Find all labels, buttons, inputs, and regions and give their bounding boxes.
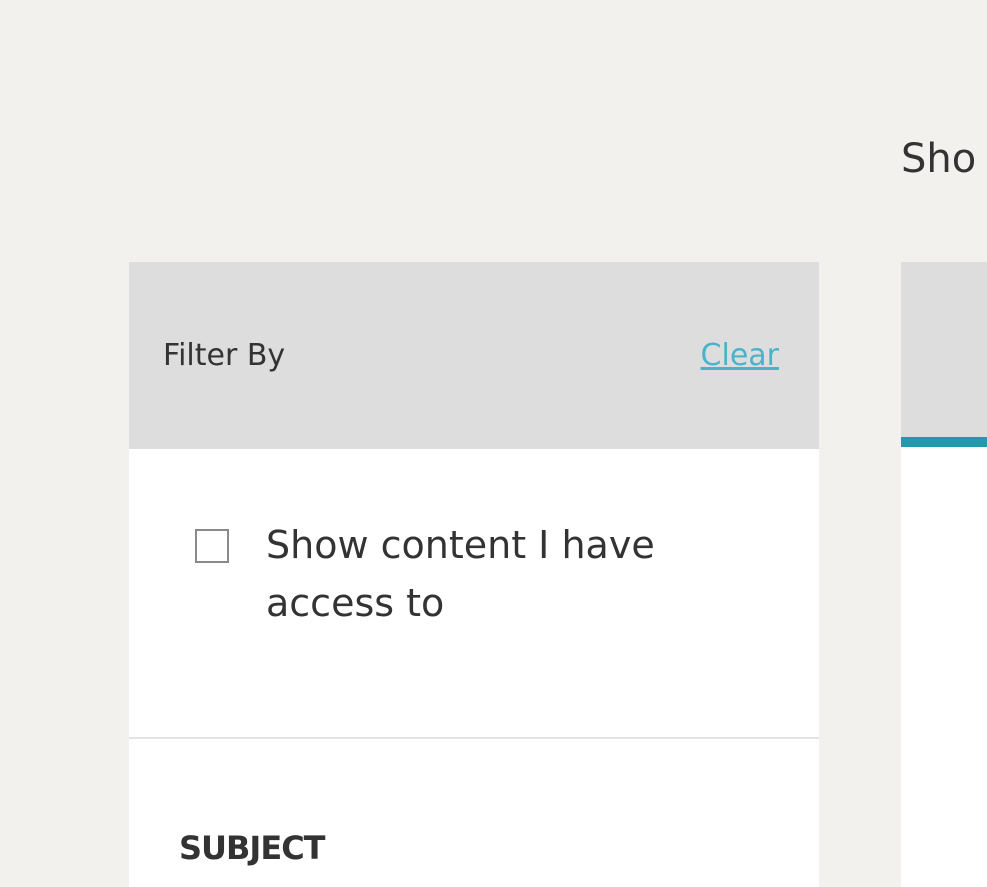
filter-header: Filter By Clear bbox=[129, 262, 819, 449]
results-heading: Sho bbox=[901, 136, 977, 182]
results-tab-bar bbox=[901, 262, 987, 437]
filter-title: Filter By bbox=[163, 338, 286, 373]
access-filter: Show content I have access to bbox=[129, 449, 819, 739]
clear-filters-link[interactable]: Clear bbox=[701, 336, 779, 376]
subject-filter-heading: SUBJECT bbox=[179, 829, 325, 867]
access-checkbox[interactable] bbox=[195, 529, 229, 563]
results-panel bbox=[901, 262, 987, 887]
access-checkbox-label[interactable]: Show content I have access to bbox=[266, 516, 736, 632]
active-tab-indicator bbox=[901, 437, 987, 447]
filter-panel: Filter By Clear Show content I have acce… bbox=[129, 262, 819, 887]
